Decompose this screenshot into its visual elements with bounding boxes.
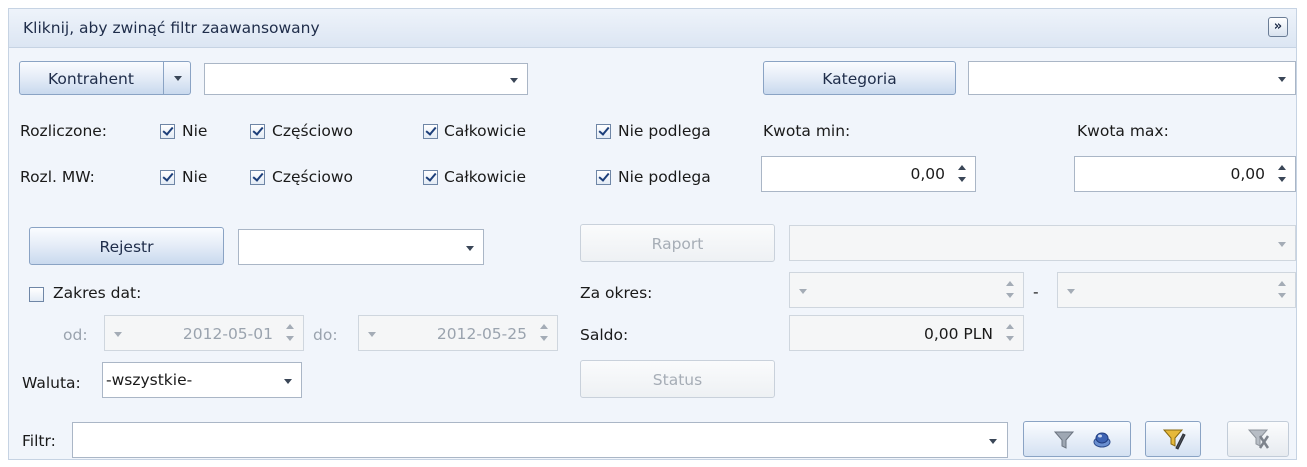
rozl-mw-nie-checkbox[interactable] <box>160 170 175 185</box>
clear-icon <box>1093 432 1111 448</box>
split-divider <box>163 62 164 94</box>
saldo-value: 0,00 PLN <box>923 325 993 343</box>
kategoria-button-label: Kategoria <box>822 70 897 88</box>
chevron-down-icon[interactable] <box>799 289 807 294</box>
chevron-down-icon[interactable] <box>368 332 376 337</box>
rozliczone-calkowicie-label[interactable]: Całkowicie <box>444 122 526 140</box>
kontrahent-button[interactable]: Kontrahent <box>19 61 191 95</box>
rozliczone-nie-checkbox[interactable] <box>160 124 175 139</box>
kwota-min-label: Kwota min: <box>763 122 851 140</box>
rozl-mw-nie-podlega-label[interactable]: Nie podlega <box>618 168 711 186</box>
chevron-down-icon[interactable] <box>1067 289 1075 294</box>
od-label: od: <box>63 326 88 344</box>
raport-button-label: Raport <box>651 235 704 253</box>
status-button[interactable]: Status <box>580 360 775 398</box>
rozl-mw-calkowicie-checkbox[interactable] <box>423 170 438 185</box>
raport-button[interactable]: Raport <box>580 224 775 262</box>
waluta-value: -wszystkie- <box>106 371 193 389</box>
do-date-input[interactable]: 2012-05-25 <box>358 315 558 351</box>
za-okres-separator: - <box>1033 283 1039 301</box>
kontrahent-button-label: Kontrahent <box>48 70 134 88</box>
do-date-spinner[interactable] <box>539 321 549 345</box>
filtr-label: Filtr: <box>22 432 56 450</box>
rejestr-combo[interactable] <box>238 229 484 265</box>
kwota-min-input[interactable]: 0,00 <box>761 156 976 192</box>
rozl-mw-nie-podlega-checkbox[interactable] <box>596 170 611 185</box>
funnel-remove-icon <box>1247 429 1270 449</box>
kontrahent-combo[interactable] <box>204 63 528 95</box>
od-date-spinner[interactable] <box>285 321 295 345</box>
rejestr-button-label: Rejestr <box>99 238 154 256</box>
saldo-label: Saldo: <box>580 326 629 344</box>
saldo-input[interactable]: 0,00 PLN <box>789 315 1024 351</box>
funnel-icon <box>1053 431 1075 449</box>
za-okres-from[interactable] <box>789 272 1024 308</box>
za-okres-to-spinner[interactable] <box>1277 278 1287 302</box>
kwota-min-spinner[interactable] <box>957 162 967 186</box>
raport-combo[interactable] <box>789 225 1296 261</box>
od-date-value: 2012-05-01 <box>182 325 273 343</box>
rozliczone-czesciowo-checkbox[interactable] <box>250 124 265 139</box>
do-label: do: <box>313 326 338 344</box>
double-chevron-down-icon[interactable]: » <box>1268 17 1288 37</box>
kategoria-combo[interactable] <box>968 61 1296 95</box>
kwota-max-value: 0,00 <box>1230 165 1265 183</box>
rozliczone-czesciowo-label[interactable]: Częściowo <box>272 122 353 140</box>
rozliczone-calkowicie-checkbox[interactable] <box>423 124 438 139</box>
rejestr-button[interactable]: Rejestr <box>29 227 224 265</box>
filtr-combo[interactable] <box>72 422 1008 458</box>
kwota-max-input[interactable]: 0,00 <box>1074 156 1296 192</box>
funnel-edit-icon <box>1162 429 1186 450</box>
chevron-down-icon[interactable] <box>284 379 292 384</box>
zakres-dat-label[interactable]: Zakres dat: <box>53 284 141 302</box>
rozl-mw-label: Rozl. MW: <box>20 168 95 186</box>
chevron-down-icon[interactable] <box>114 332 122 337</box>
rozliczone-nie-podlega-checkbox[interactable] <box>596 124 611 139</box>
waluta-label: Waluta: <box>22 374 81 392</box>
rozl-mw-nie-label[interactable]: Nie <box>182 168 207 186</box>
chevron-down-icon[interactable] <box>1278 77 1286 82</box>
za-okres-label: Za okres: <box>580 284 653 302</box>
edit-filter-button[interactable] <box>1145 421 1201 457</box>
apply-filter-button[interactable] <box>1023 421 1131 457</box>
kategoria-button[interactable]: Kategoria <box>763 61 956 95</box>
za-okres-to[interactable] <box>1057 272 1296 308</box>
za-okres-from-spinner[interactable] <box>1005 278 1015 302</box>
kontrahent-dropdown-icon[interactable] <box>174 76 182 81</box>
waluta-combo[interactable]: -wszystkie- <box>102 362 302 398</box>
chevron-down-icon[interactable] <box>510 78 518 83</box>
rozliczone-nie-podlega-label[interactable]: Nie podlega <box>618 122 711 140</box>
rozliczone-nie-label[interactable]: Nie <box>182 122 207 140</box>
od-date-input[interactable]: 2012-05-01 <box>104 315 304 351</box>
chevron-down-icon[interactable] <box>466 246 474 251</box>
status-button-label: Status <box>652 371 703 389</box>
do-date-value: 2012-05-25 <box>436 325 527 343</box>
kwota-max-label: Kwota max: <box>1077 122 1169 140</box>
zakres-dat-checkbox[interactable] <box>29 287 44 302</box>
header-title[interactable]: Kliknij, aby zwinąć filtr zaawansowany <box>23 19 320 37</box>
rozl-mw-czesciowo-label[interactable]: Częściowo <box>272 168 353 186</box>
kwota-max-spinner[interactable] <box>1277 162 1287 186</box>
rozl-mw-calkowicie-label[interactable]: Całkowicie <box>444 168 526 186</box>
saldo-spinner[interactable] <box>1005 321 1015 345</box>
chevron-down-icon[interactable] <box>989 439 997 444</box>
chevron-down-icon[interactable] <box>1278 242 1286 247</box>
kwota-min-value: 0,00 <box>910 165 945 183</box>
rozl-mw-czesciowo-checkbox[interactable] <box>250 170 265 185</box>
rozliczone-label: Rozliczone: <box>20 122 108 140</box>
remove-filter-button[interactable] <box>1227 421 1289 457</box>
advanced-filter-header[interactable]: Kliknij, aby zwinąć filtr zaawansowany » <box>8 8 1297 48</box>
